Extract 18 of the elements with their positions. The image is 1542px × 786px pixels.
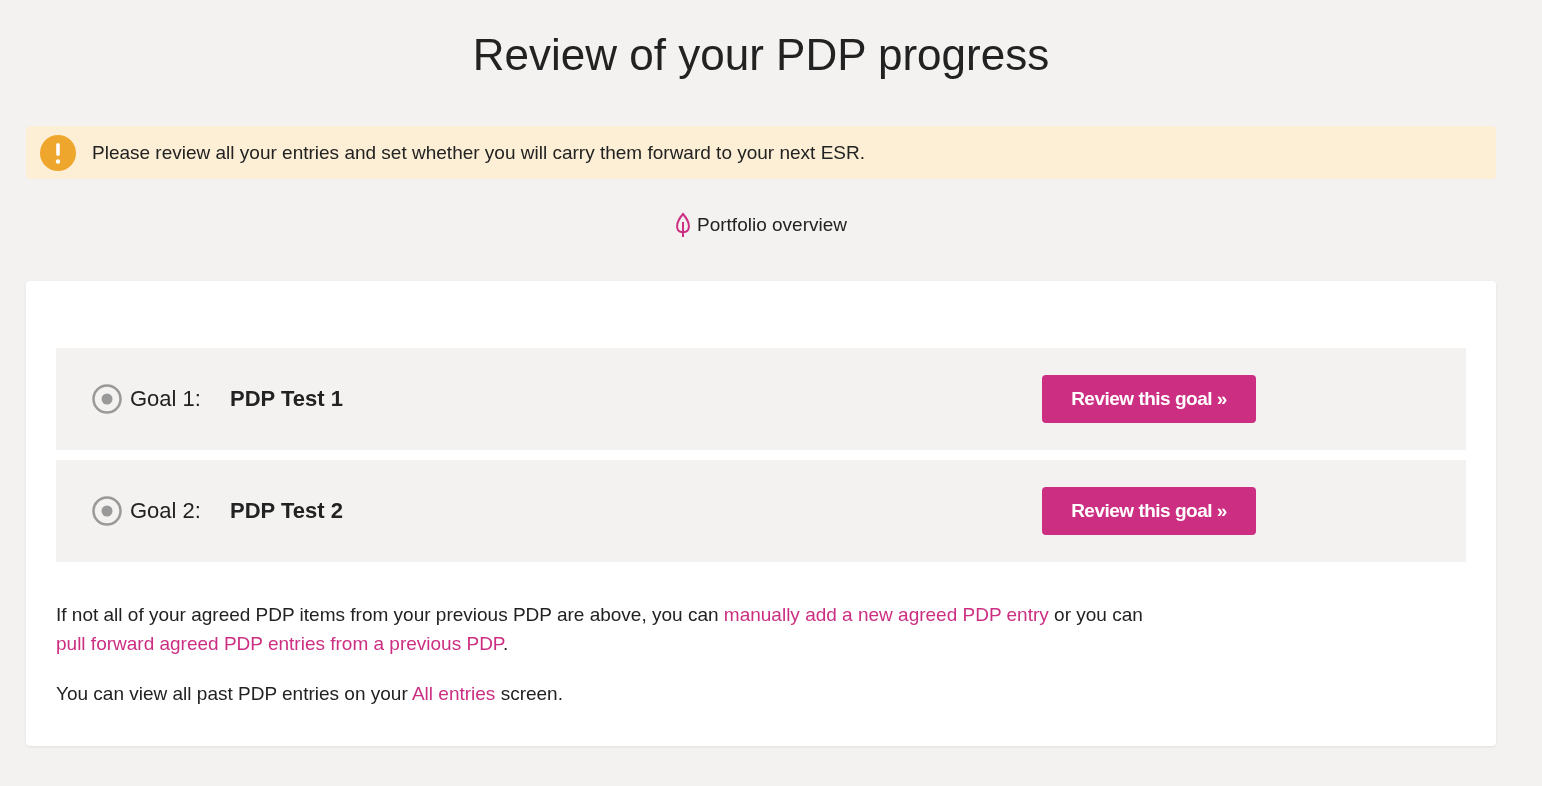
goal-name: PDP Test 1 xyxy=(230,386,344,412)
goal-label: Goal 2: xyxy=(130,498,202,524)
review-goal-button[interactable]: Review this goal » xyxy=(1042,487,1256,535)
portfolio-overview-link[interactable]: Portfolio overview xyxy=(675,212,847,238)
review-goal-button[interactable]: Review this goal » xyxy=(1042,375,1256,423)
info-paragraph: If not all of your agreed PDP items from your previous PDP are above, you can manually add a new agreed PDP entry or you can pull forward agreed PDP entries from a previous PDP. xyxy=(56,603,1144,656)
text-link[interactable]: All entries xyxy=(411,683,496,704)
leaf-icon xyxy=(675,212,691,238)
text-link[interactable]: manually add a new agreed PDP entry xyxy=(723,604,1049,625)
goal-name: PDP Test 2 xyxy=(230,498,344,524)
warning-icon xyxy=(40,134,76,171)
radio-icon xyxy=(92,496,122,526)
page-title: Review of your PDP progress xyxy=(472,30,1050,80)
text-link[interactable]: pull forward agreed PDP entries from a previous PDP xyxy=(56,633,504,654)
goal-label: Goal 1: xyxy=(130,386,202,412)
alert-message: Please review all your entries and set whether you will carry them forward to your next ESR. xyxy=(92,141,865,164)
radio-icon xyxy=(92,384,122,414)
info-paragraph: You can view all past PDP entries on your All entries screen. xyxy=(56,682,564,706)
